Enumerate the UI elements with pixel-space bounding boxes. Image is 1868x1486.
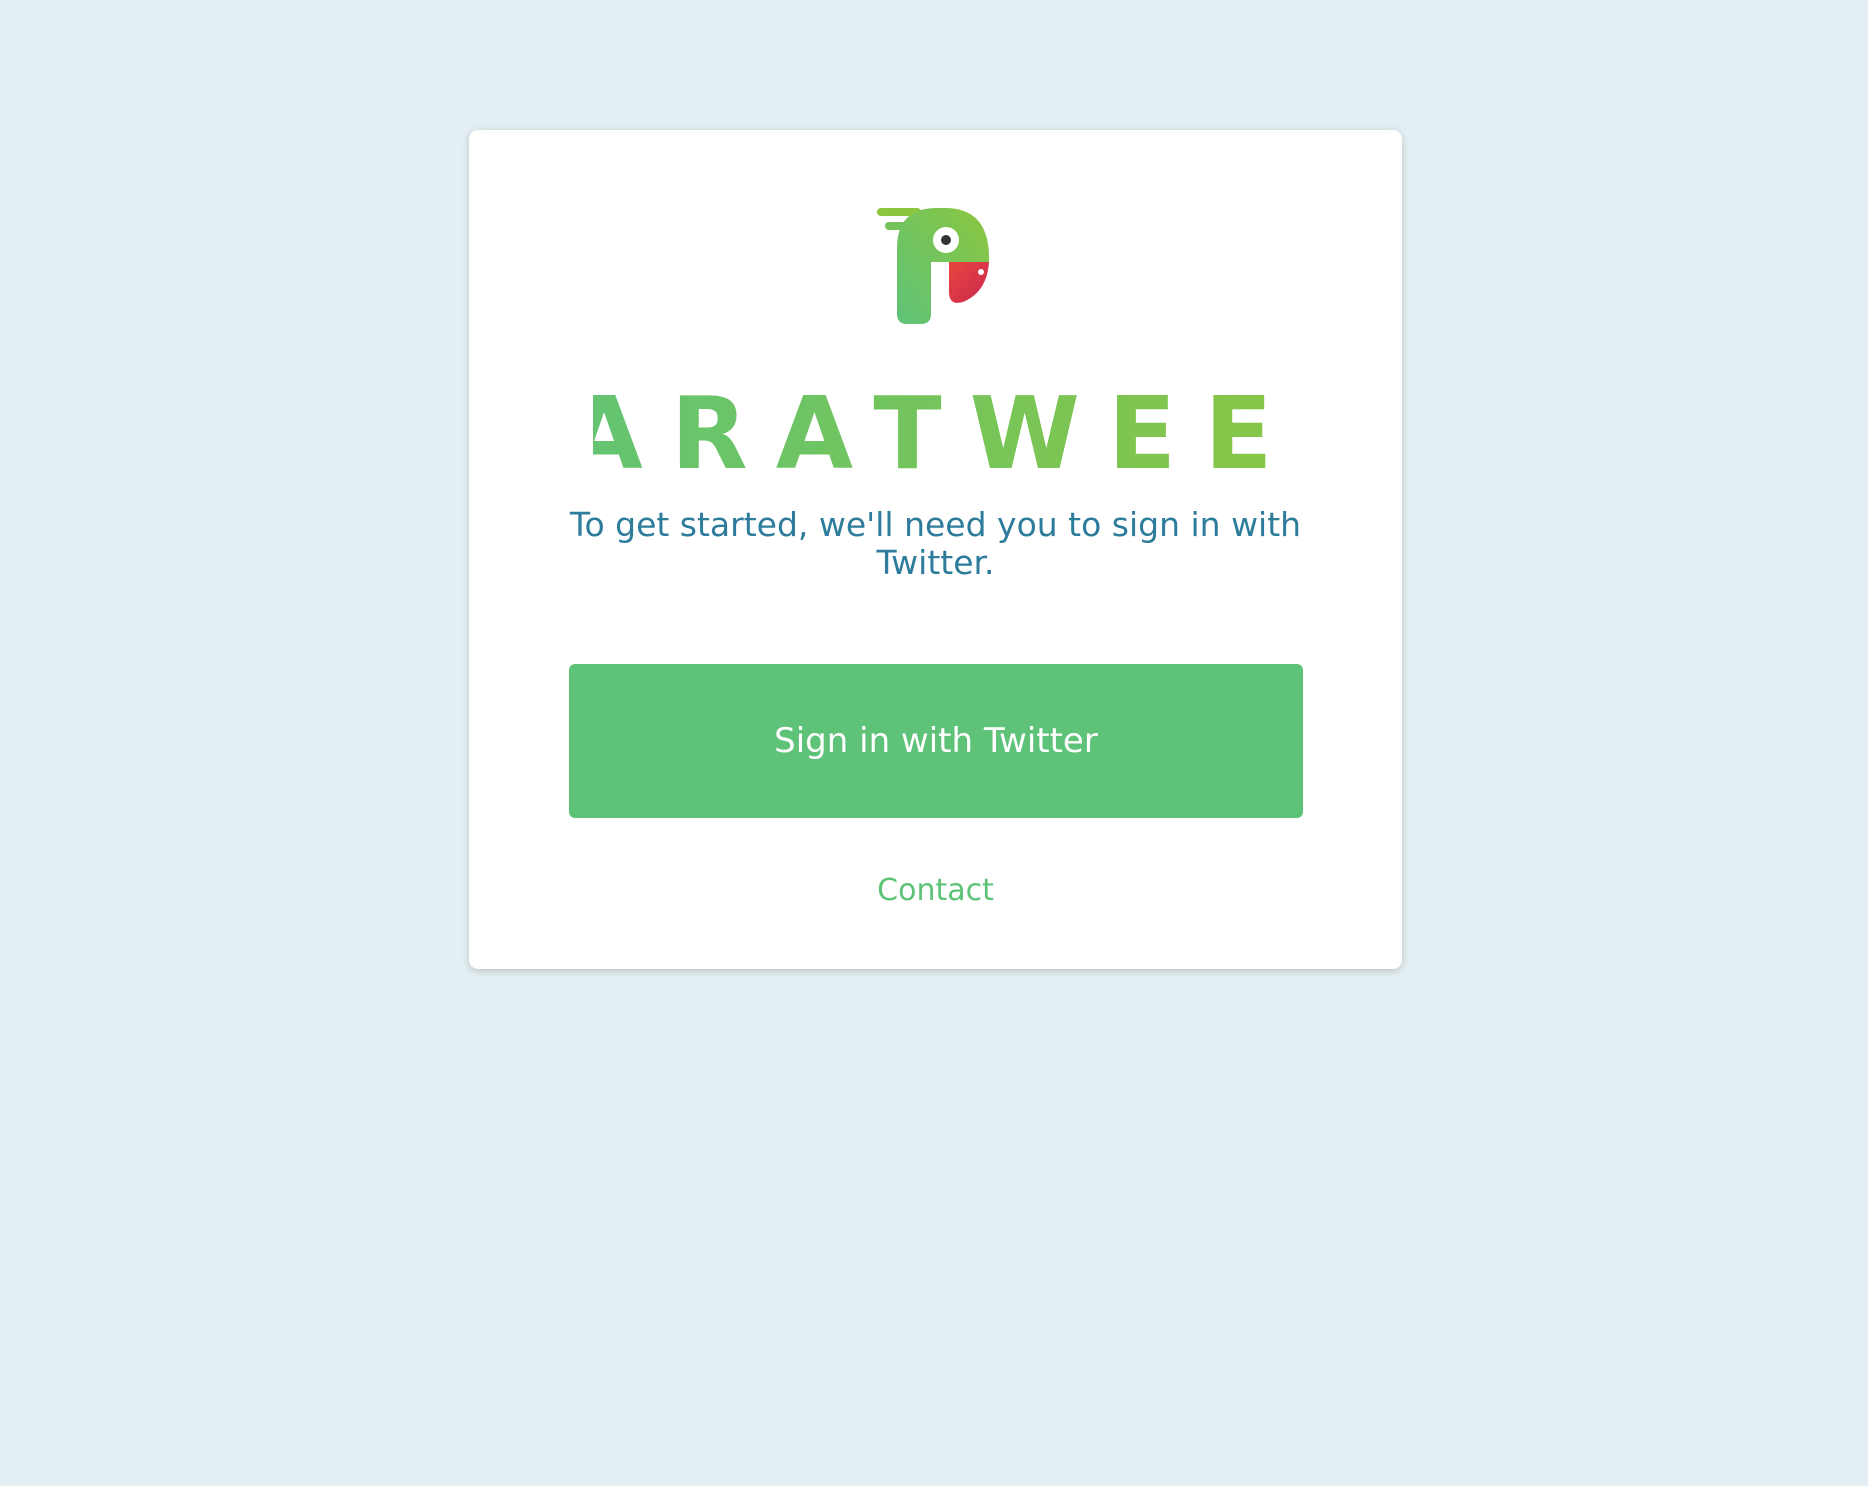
contact-link[interactable]: Contact	[469, 873, 1402, 908]
sign-in-with-twitter-button[interactable]: Sign in with Twitter	[569, 664, 1303, 818]
parrot-logo-icon	[877, 208, 989, 324]
signin-message: To get started, we'll need you to sign i…	[569, 505, 1302, 582]
brand-name: PARATWEET	[593, 375, 1277, 478]
login-card: PARATWEET To get started, we'll need you…	[469, 130, 1402, 969]
paratweet-wordmark: PARATWEET	[593, 375, 1277, 478]
